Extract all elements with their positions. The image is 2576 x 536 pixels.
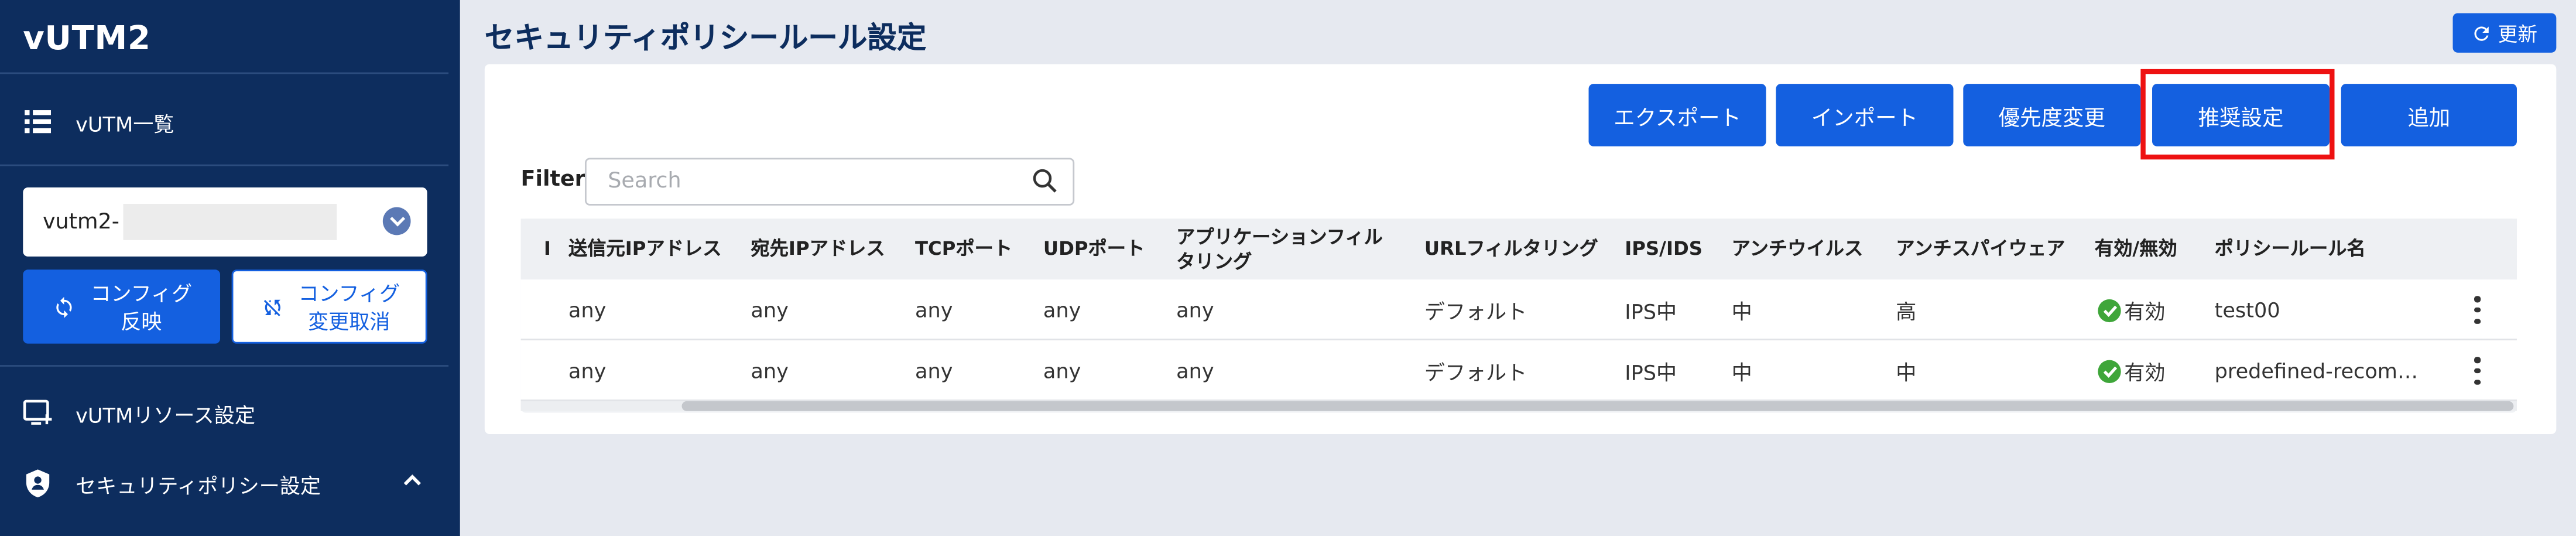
cell-src-ip: any	[568, 298, 607, 323]
chevron-down-icon	[382, 207, 411, 235]
table-row[interactable]: any any any any any デフォルト IPS中 中 高 有効 te…	[520, 279, 2517, 340]
config-apply-button[interactable]: コンフィグ 反映	[23, 269, 221, 344]
priority-change-button[interactable]: 優先度変更	[1963, 84, 2141, 146]
sidebar-item-resource-settings[interactable]: vUTMリソース設定	[23, 390, 434, 436]
sidebar-item-label: セキュリティポリシー設定	[76, 472, 321, 498]
cell-app-filtering: any	[1176, 358, 1214, 383]
more-vert-icon[interactable]	[2471, 296, 2483, 324]
check-circle-icon	[2098, 298, 2121, 322]
table-row[interactable]: any any any any any デフォルト IPS中 中 中 有効 pr…	[520, 340, 2517, 401]
sidebar-divider	[0, 72, 449, 74]
column-header-url-filtering[interactable]: URLフィルタリング	[1424, 219, 1598, 279]
chevron-up-icon[interactable]	[402, 473, 422, 486]
export-button[interactable]: エクスポート	[1588, 84, 1766, 146]
cell-url-filtering: デフォルト	[1424, 360, 1527, 385]
sidebar-item-security-policy[interactable]: セキュリティポリシー設定	[23, 460, 434, 507]
cell-antispyware: 高	[1896, 299, 1917, 324]
more-vert-icon[interactable]	[2471, 357, 2483, 385]
column-header-src-ip[interactable]: 送信元IPアドレス	[568, 219, 722, 279]
column-header-antivirus[interactable]: アンチウイルス	[1732, 219, 1864, 279]
refresh-icon	[2472, 22, 2493, 43]
sidebar-item-label: vUTM一覧	[76, 111, 174, 136]
cell-antivirus: 中	[1731, 299, 1752, 324]
horizontal-scrollbar[interactable]	[681, 401, 2514, 411]
table-header: I 送信元IPアドレス 宛先IPアドレス TCPポート UDPポート アプリケー…	[520, 219, 2517, 280]
cell-rule-name: predefined-recom…	[2214, 358, 2419, 383]
check-circle-icon	[2098, 359, 2121, 383]
column-header-dst-ip[interactable]: 宛先IPアドレス	[751, 219, 885, 279]
cell-ips-ids: IPS中	[1625, 360, 1677, 385]
app-title: vUTM2	[23, 18, 151, 58]
cell-udp-port: any	[1043, 298, 1081, 323]
enabled-status-text: 有効	[2124, 360, 2166, 385]
refresh-label: 更新	[2498, 22, 2538, 46]
column-header-enabled[interactable]: 有効/無効	[2095, 219, 2177, 279]
column-header-tcp-port[interactable]: TCPポート	[915, 219, 1012, 279]
cell-ips-ids: IPS中	[1625, 299, 1677, 324]
column-header-udp-port[interactable]: UDPポート	[1043, 219, 1145, 279]
tenant-select[interactable]: vutm2-	[23, 187, 427, 257]
app-stage: vUTM2 vUTM一覧 vutm2- コンフィグ 反映 コンフィグ 変更取消 …	[0, 0, 2576, 536]
config-cancel-label: コンフィグ 変更取消	[298, 280, 400, 333]
sidebar-divider	[0, 164, 449, 166]
filter-label: Filter	[520, 168, 585, 193]
cell-tcp-port: any	[915, 358, 953, 383]
config-apply-label: コンフィグ 反映	[90, 280, 193, 333]
column-header-select: I	[543, 237, 551, 260]
tenant-select-value: vutm2-	[42, 209, 119, 234]
recommended-settings-button[interactable]: 推奨設定	[2152, 84, 2330, 146]
shield-icon	[23, 469, 53, 499]
sync-disabled-icon	[259, 293, 285, 320]
cell-tcp-port: any	[915, 298, 953, 323]
masked-region	[122, 204, 337, 240]
search-input[interactable]	[584, 158, 1075, 206]
cell-enabled: 有効	[2098, 340, 2166, 401]
sidebar-item-vutm-list[interactable]: vUTM一覧	[23, 98, 434, 145]
sync-icon	[51, 293, 77, 320]
page-title: セキュリティポリシールール設定	[484, 21, 927, 56]
cell-rule-name: test00	[2214, 298, 2280, 323]
enabled-status-text: 有効	[2124, 299, 2166, 324]
refresh-button[interactable]: 更新	[2452, 13, 2557, 53]
add-to-queue-icon	[23, 398, 53, 428]
cell-antivirus: 中	[1731, 360, 1752, 385]
cell-src-ip: any	[568, 358, 607, 383]
cell-dst-ip: any	[751, 358, 789, 383]
list-icon	[23, 107, 53, 136]
add-button[interactable]: 追加	[2341, 84, 2517, 146]
column-header-antispyware[interactable]: アンチスパイウェア	[1896, 219, 2065, 279]
cell-app-filtering: any	[1176, 298, 1214, 323]
column-header-app-filtering[interactable]: アプリケーションフィルタリング	[1176, 219, 1398, 279]
cell-antispyware: 中	[1896, 360, 1917, 385]
search-icon[interactable]	[1032, 168, 1058, 194]
column-header-ips-ids[interactable]: IPS/IDS	[1625, 219, 1703, 279]
column-header-rule-name[interactable]: ポリシールール名	[2215, 219, 2366, 279]
sidebar: vUTM2 vUTM一覧 vutm2- コンフィグ 反映 コンフィグ 変更取消 …	[0, 0, 460, 536]
cell-dst-ip: any	[751, 298, 789, 323]
cell-url-filtering: デフォルト	[1424, 299, 1527, 324]
cell-enabled: 有効	[2098, 279, 2166, 340]
cell-udp-port: any	[1043, 358, 1081, 383]
policy-rules-table: I 送信元IPアドレス 宛先IPアドレス TCPポート UDPポート アプリケー…	[520, 219, 2517, 413]
config-cancel-button[interactable]: コンフィグ 変更取消	[231, 269, 427, 344]
sidebar-divider	[0, 365, 449, 367]
sidebar-item-label: vUTMリソース設定	[76, 402, 255, 427]
import-button[interactable]: インポート	[1776, 84, 1954, 146]
